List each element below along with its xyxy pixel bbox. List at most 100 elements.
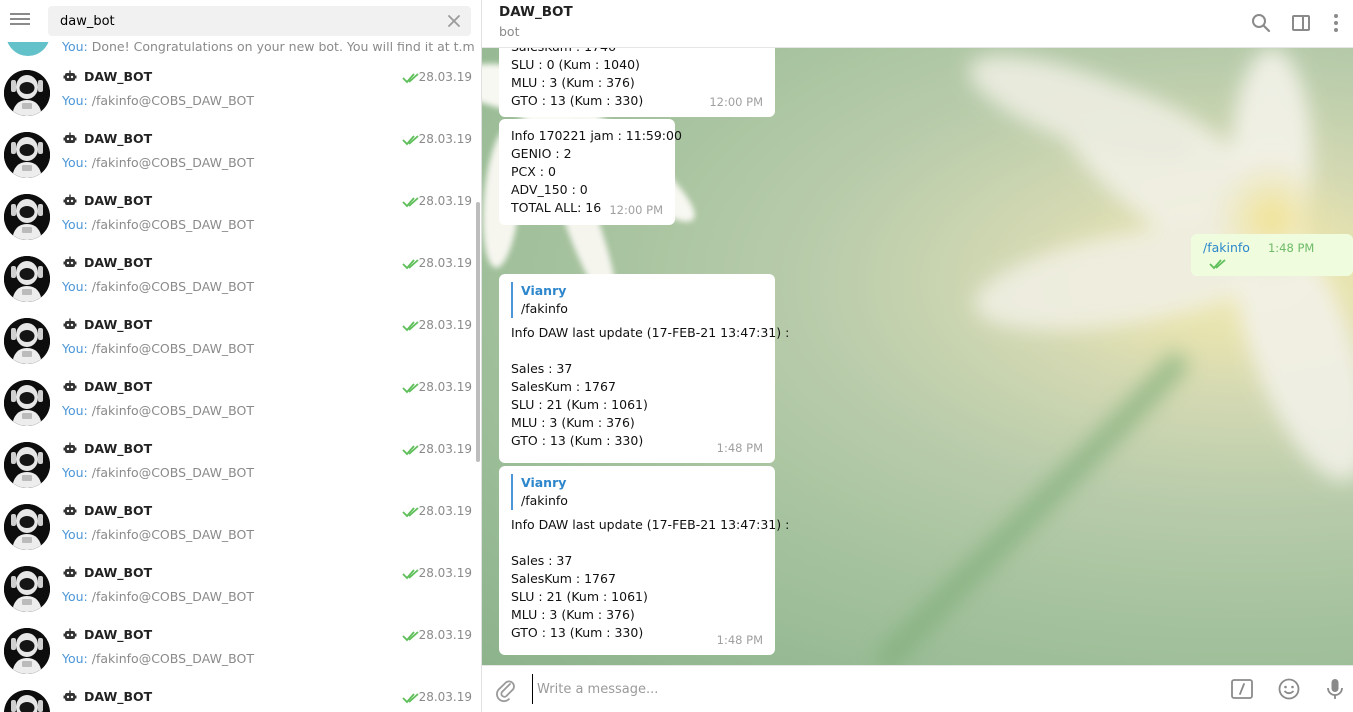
bot-icon [63, 504, 77, 515]
chat-date: 28.03.19 [418, 690, 472, 704]
bot-commands-icon[interactable] [1230, 677, 1254, 701]
message-line: SLU : 21 (Kum : 1061) [511, 589, 648, 604]
message-line: Info DAW last update (17-FEB-21 13:47:31… [511, 517, 790, 532]
list-item[interactable]: You: Done! Congratulations on your new b… [0, 42, 474, 58]
microphone-icon[interactable] [1323, 677, 1347, 701]
message-bubble[interactable]: Info 170221 jam : 11:59:00 GENIO : 2 PCX… [499, 119, 682, 225]
sidebar-scrollbar[interactable] [474, 42, 481, 712]
chat-list-item[interactable]: DAW_BOT 28.03.19 You: /fakinfo@COBS_DAW_BO… [0, 496, 474, 558]
message-line: SalesKum : 1746 [511, 48, 763, 56]
sidebar: You: Done! Congratulations on your new b… [0, 0, 482, 712]
chat-name: DAW_BOT [84, 689, 153, 704]
read-checkmarks-icon [402, 259, 419, 270]
chat-list-item[interactable]: DAW_BOT 28.03.19 You: /fakinfo@COBS_DAW_BO… [0, 62, 474, 124]
chat-list-item[interactable]: DAW_BOT 28.03.19 You: /fakinfo@COBS_DAW_BO… [0, 372, 474, 434]
message-composer [482, 665, 1353, 712]
chat-panel: DAW_BOT bot SLU: 0 (Kum: 1040) MLU: 3… [482, 0, 1353, 712]
message-bubble[interactable]: SalesKum : 1746 SLU : 0 (Kum : 1040) MLU… [499, 48, 775, 117]
chat-list-item[interactable]: DAW_BOT 28.03.19 You: /fakinfo@COBS_DAW_BO… [0, 124, 474, 186]
more-options-icon[interactable] [1325, 12, 1347, 34]
message-preview: You: /fakinfo@COBS_DAW_BOT [62, 527, 255, 542]
hamburger-menu-icon[interactable] [10, 11, 32, 31]
emoji-icon[interactable] [1277, 677, 1301, 701]
reply-quote[interactable]: Vianry /fakinfo [511, 474, 763, 510]
chat-name: DAW_BOT [84, 69, 153, 84]
message-bubble[interactable]: Vianry /fakinfo Info DAW last update (17… [499, 274, 789, 463]
chat-name: DAW_BOT [84, 193, 153, 208]
chat-list: You: Done! Congratulations on your new b… [0, 42, 474, 712]
avatar [4, 256, 50, 302]
chat-wallpaper: SalesKum : 1746 SLU : 0 (Kum : 1040) MLU… [482, 48, 1353, 665]
message-line: MLU : 3 (Kum : 376) [511, 415, 635, 430]
reply-author: Vianry [521, 283, 567, 298]
sidebar-toggle-icon[interactable] [1290, 12, 1312, 34]
outgoing-message-bubble[interactable]: /fakinfo 1:48 PM [1191, 234, 1353, 276]
close-icon[interactable] [445, 12, 463, 30]
bot-icon [63, 318, 77, 329]
chat-name: DAW_BOT [84, 627, 153, 642]
read-checkmarks-icon [1209, 258, 1226, 269]
read-checkmarks-icon [402, 321, 419, 332]
bot-icon [63, 690, 77, 701]
reply-quote[interactable]: Vianry /fakinfo [511, 282, 763, 318]
avatar [4, 70, 50, 116]
chat-date: 28.03.19 [418, 380, 472, 394]
chat-list-item[interactable]: DAW_BOT 28.03.19 You: /fakinfo@COBS_DAW_BO… [0, 186, 474, 248]
message-line: SalesKum : 1767 [511, 571, 616, 586]
message-line: SalesKum : 1767 [511, 379, 616, 394]
message-time: 1:48 PM [1267, 241, 1315, 255]
avatar [4, 132, 50, 178]
bot-command-link[interactable]: /fakinfo [1203, 240, 1250, 255]
search-icon[interactable] [1250, 12, 1272, 34]
message-time: 1:48 PM [716, 633, 763, 647]
read-checkmarks-icon [402, 507, 419, 518]
paperclip-icon[interactable] [494, 678, 518, 702]
message-preview: You: /fakinfo@COBS_DAW_BOT [62, 403, 255, 418]
message-preview: You: /fakinfo@COBS_DAW_BOT [62, 279, 255, 294]
chat-list-item[interactable]: DAW_BOT 28.03.19 You: /fakinfo@COBS_DAW_BO… [0, 434, 474, 496]
chat-name: DAW_BOT [84, 255, 153, 270]
bot-icon [63, 70, 77, 81]
message-time: 12:00 PM [709, 95, 763, 109]
read-checkmarks-icon [402, 445, 419, 456]
chat-list-item[interactable]: DAW_BOT 28.03.19 You: /fakinfo@COBS_DAW_BO… [0, 248, 474, 310]
avatar [4, 504, 50, 550]
chat-list-item[interactable]: DAW_BOT 28.03.19 [0, 682, 474, 712]
message-preview: You: /fakinfo@COBS_DAW_BOT [62, 589, 255, 604]
message-line [511, 534, 763, 552]
chat-title[interactable]: DAW_BOT [499, 4, 573, 20]
chat-name: DAW_BOT [84, 441, 153, 456]
chat-date: 28.03.19 [418, 566, 472, 580]
avatar [4, 442, 50, 488]
message-line: GENIO : 2 [511, 146, 572, 161]
search-box [48, 6, 471, 36]
avatar [4, 380, 50, 426]
avatar [4, 690, 50, 712]
message-input[interactable] [532, 674, 1212, 704]
message-line: SLU : 21 (Kum : 1061) [511, 397, 648, 412]
chat-name: DAW_BOT [84, 379, 153, 394]
chat-date: 28.03.19 [418, 318, 472, 332]
read-checkmarks-icon [402, 73, 419, 84]
read-checkmarks-icon [402, 569, 419, 580]
chat-list-item[interactable]: DAW_BOT 28.03.19 You: /fakinfo@COBS_DAW_BO… [0, 310, 474, 372]
message-preview: You: /fakinfo@COBS_DAW_BOT [62, 217, 255, 232]
message-line: MLU : 3 (Kum : 376) [511, 75, 635, 90]
message-line: ADV_150 : 0 [511, 182, 588, 197]
search-bar [0, 0, 481, 42]
search-input[interactable] [48, 6, 438, 36]
chat-name: DAW_BOT [84, 503, 153, 518]
message-preview: You: /fakinfo@COBS_DAW_BOT [62, 155, 255, 170]
chat-date: 28.03.19 [418, 442, 472, 456]
chat-list-item[interactable]: DAW_BOT 28.03.19 You: /fakinfo@COBS_DAW_BO… [0, 558, 474, 620]
chat-list-item[interactable]: DAW_BOT 28.03.19 You: /fakinfo@COBS_DAW_BO… [0, 620, 474, 682]
message-bubble[interactable]: Vianry /fakinfo Info DAW last update (17… [499, 466, 790, 655]
message-preview: You: /fakinfo@COBS_DAW_BOT [62, 651, 255, 666]
chat-name: DAW_BOT [84, 317, 153, 332]
chat-date: 28.03.19 [418, 70, 472, 84]
bot-icon [63, 566, 77, 577]
message-line: PCX : 0 [511, 164, 556, 179]
avatar [4, 318, 50, 364]
message-preview: You: /fakinfo@COBS_DAW_BOT [62, 341, 255, 356]
chat-date: 28.03.19 [418, 628, 472, 642]
